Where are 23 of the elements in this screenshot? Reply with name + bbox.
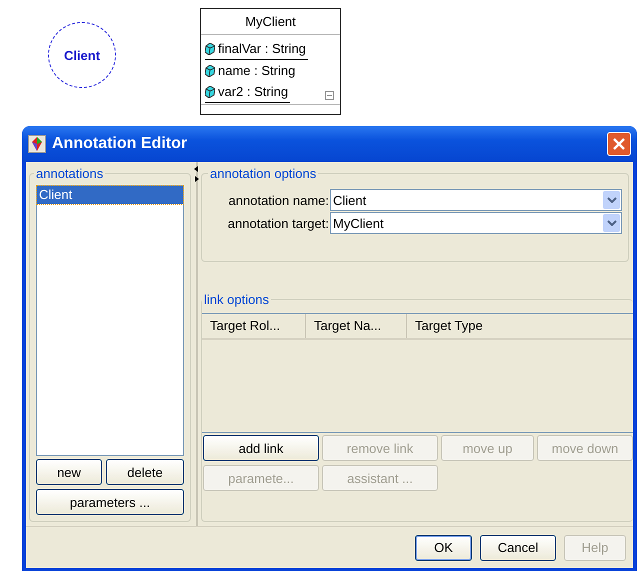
group-title: annotation options bbox=[209, 166, 318, 181]
class-attribute: finalVar : String bbox=[205, 38, 308, 60]
class-name: MyClient bbox=[201, 9, 340, 35]
class-attribute: name : String bbox=[205, 60, 298, 81]
combo-box[interactable]: MyClient bbox=[330, 212, 622, 234]
column-header[interactable]: Target Na... bbox=[306, 314, 407, 338]
class-attribute: var2 : String bbox=[205, 81, 290, 103]
dialog-button[interactable]: OK bbox=[415, 534, 472, 560]
combo-box[interactable]: Client bbox=[330, 189, 622, 211]
window-title: Annotation Editor bbox=[52, 135, 188, 153]
group-title: annotations bbox=[35, 166, 104, 181]
list-button[interactable]: new bbox=[36, 459, 102, 485]
field-label: annotation target: bbox=[228, 216, 329, 230]
group-title: link options bbox=[203, 292, 270, 307]
list-item[interactable]: Client bbox=[37, 186, 183, 204]
link-button[interactable]: add link bbox=[203, 435, 319, 461]
column-header[interactable]: Target Type bbox=[407, 314, 633, 338]
dialog-button[interactable]: Cancel bbox=[480, 534, 556, 560]
annotation-label: Client bbox=[64, 48, 100, 62]
column-header[interactable]: Target Rol... bbox=[202, 314, 306, 338]
field-label: annotation name: bbox=[228, 192, 329, 208]
list-button[interactable]: delete bbox=[106, 459, 184, 485]
parameters-button[interactable]: parameters ... bbox=[36, 489, 184, 515]
